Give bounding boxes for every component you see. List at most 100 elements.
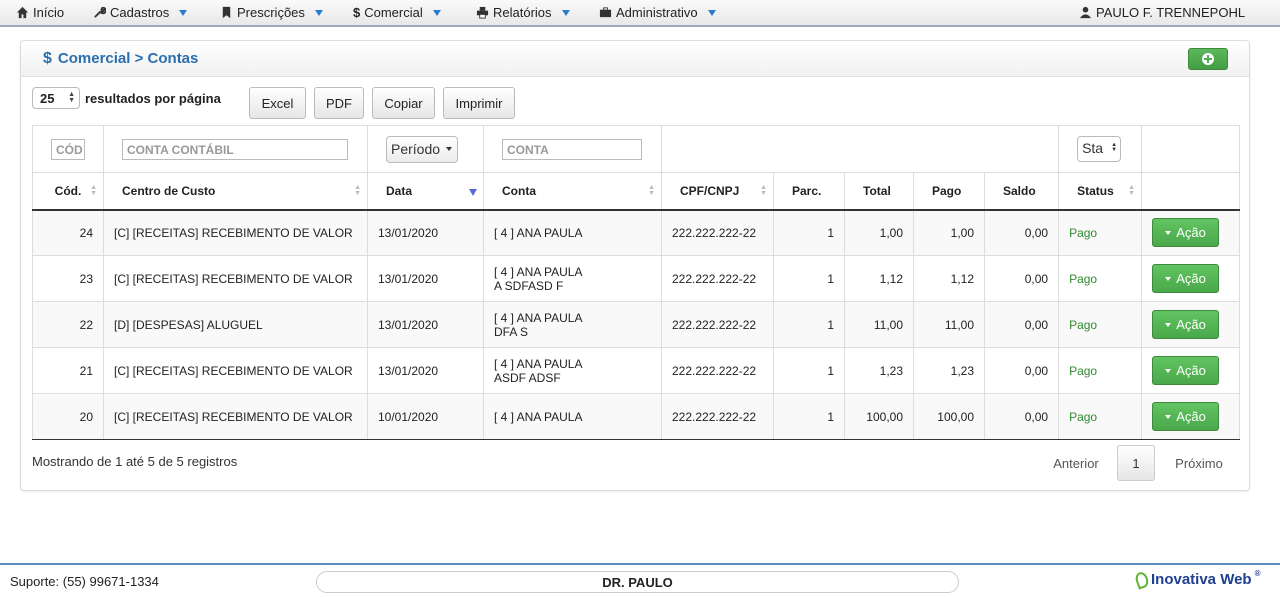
- col-cod-header[interactable]: Cód. ▲ ▼: [32, 172, 104, 211]
- filter-periodo-select[interactable]: Período: [386, 135, 458, 163]
- filter-conta-contabil-input[interactable]: CONTA CONTÁBIL: [122, 138, 348, 160]
- bookmark-icon: [222, 6, 231, 19]
- nav-user-label: PAULO F. TRENNEPOHL: [1096, 5, 1246, 20]
- export-excel-button[interactable]: Excel: [249, 87, 306, 119]
- cell-conta: [ 4 ] ANA PAULA ASDF ADSF: [483, 347, 662, 394]
- page-size-label: resultados por página: [85, 91, 221, 106]
- col-cpf-header[interactable]: CPF/CNPJ ▲ ▼: [661, 172, 774, 211]
- nav-cadastros-label: Cadastros: [110, 5, 170, 20]
- sort-desc-icon: [469, 189, 477, 196]
- nav-relatorios-label: Relatórios: [493, 5, 552, 20]
- nav-prescricoes[interactable]: Prescrições: [220, 5, 323, 20]
- cell-saldo: 0,00: [983, 255, 1060, 302]
- cell-conta-line2: ASDF ADSF: [494, 370, 561, 385]
- print-button[interactable]: Imprimir: [443, 87, 515, 119]
- cell-cpf: 222.222.222-22: [661, 347, 774, 394]
- cell-data: 10/01/2020: [367, 393, 484, 440]
- cell-conta-line1: [ 4 ] ANA PAULA: [494, 310, 583, 325]
- cell-conta-line1: [ 4 ] ANA PAULA: [494, 356, 583, 371]
- col-total-label: Total: [863, 183, 891, 198]
- acao-dropdown-button[interactable]: Ação: [1152, 264, 1220, 293]
- export-pdf-button[interactable]: PDF: [314, 87, 364, 119]
- nav-administrativo[interactable]: Administrativo: [599, 5, 716, 20]
- table-row: 22 [D] [DESPESAS] ALUGUEL 13/01/2020 [ 4…: [32, 301, 1241, 348]
- cell-parc: 1: [773, 301, 845, 348]
- col-conta-label: Conta: [502, 183, 536, 198]
- printer-icon: [476, 6, 489, 19]
- cell-parc: 1: [773, 393, 845, 440]
- acao-dropdown-button[interactable]: Ação: [1152, 402, 1220, 431]
- col-saldo-label: Saldo: [1003, 183, 1036, 198]
- cell-acao: Ação: [1141, 255, 1241, 302]
- filter-conta-input[interactable]: CONTA: [502, 138, 642, 160]
- sort-icon: ▲ ▼: [90, 184, 97, 197]
- sort-icon: ▲ ▼: [1128, 184, 1136, 197]
- cell-centro: [C] [RECEITAS] RECEBIMENTO DE VALOR: [103, 209, 368, 256]
- col-saldo-header: Saldo: [983, 172, 1060, 211]
- cell-cod: 24: [32, 209, 104, 256]
- cell-conta-line1: [ 4 ] ANA PAULA: [494, 264, 583, 279]
- sort-icon: ▲ ▼: [354, 184, 361, 197]
- nav-home-label: Início: [33, 5, 65, 20]
- cell-centro: [C] [RECEITAS] RECEBIMENTO DE VALOR: [103, 347, 368, 394]
- footer: Suporte: (55) 99671-1334 DR. PAULO Inova…: [0, 563, 1280, 597]
- pagination-next[interactable]: Próximo: [1161, 445, 1237, 481]
- cell-cod: 21: [32, 347, 104, 394]
- cell-cpf: 222.222.222-22: [661, 255, 774, 302]
- copy-button[interactable]: Copiar: [372, 87, 435, 119]
- dollar-icon: $: [43, 50, 52, 67]
- pagination-prev[interactable]: Anterior: [1041, 445, 1111, 481]
- nav-comercial[interactable]: $ Comercial: [353, 5, 441, 20]
- select-arrows-icon: ▲ ▼: [1111, 142, 1118, 153]
- caret-down-icon: [446, 147, 453, 151]
- col-cod-label: Cód.: [54, 183, 82, 198]
- cell-total: 1,00: [844, 209, 914, 256]
- col-pago-label: Pago: [932, 183, 962, 198]
- col-centro-header[interactable]: Centro de Custo ▲ ▼: [103, 172, 368, 211]
- select-arrows-icon: ▲ ▼: [68, 91, 75, 104]
- acao-dropdown-button[interactable]: Ação: [1152, 356, 1220, 385]
- inovativa-logo: Inovativa Web ®: [1133, 569, 1261, 590]
- col-status-header[interactable]: Status ▲ ▼: [1058, 172, 1143, 211]
- cell-total: 100,00: [844, 393, 914, 440]
- caret-down-icon: [314, 9, 323, 16]
- caret-down-icon: [1165, 230, 1172, 235]
- cell-cod: 20: [32, 393, 104, 440]
- nav-relatorios[interactable]: Relatórios: [476, 5, 570, 20]
- nav-home[interactable]: Início: [16, 5, 64, 20]
- registered-mark: ®: [1254, 569, 1261, 578]
- add-conta-button[interactable]: [1188, 48, 1228, 70]
- filter-status-label: Sta: [1082, 140, 1104, 156]
- filter-cod-input[interactable]: CÓD: [51, 138, 85, 160]
- top-navbar: Início Cadastros Prescrições $ Comercial…: [0, 0, 1280, 27]
- page-size-select[interactable]: 25 ▲ ▼: [32, 87, 80, 109]
- dollar-icon: $: [353, 5, 361, 20]
- col-parc-header: Parc.: [773, 172, 845, 211]
- nav-cadastros[interactable]: Cadastros: [93, 5, 188, 20]
- cell-conta-line2: DFA S: [494, 324, 529, 339]
- cell-total: 1,12: [844, 255, 914, 302]
- filter-status-select[interactable]: Sta ▲ ▼: [1077, 136, 1122, 162]
- cell-acao: Ação: [1141, 209, 1241, 256]
- leaf-icon: [1133, 569, 1151, 590]
- nav-user[interactable]: PAULO F. TRENNEPOHL: [1079, 5, 1245, 20]
- caret-down-icon: [1165, 414, 1172, 419]
- cell-saldo: 0,00: [983, 209, 1060, 256]
- cell-centro: [D] [DESPESAS] ALUGUEL: [103, 301, 368, 348]
- acao-dropdown-button[interactable]: Ação: [1152, 218, 1220, 248]
- cell-cod: 22: [32, 301, 104, 348]
- caret-down-icon: [1165, 368, 1172, 373]
- col-conta-header[interactable]: Conta ▲ ▼: [483, 172, 662, 211]
- col-parc-label: Parc.: [792, 183, 822, 198]
- contas-table: CÓD CONTA CONTÁBIL Período CONTA Sta ▲ ▼ …: [32, 125, 1241, 440]
- col-data-header[interactable]: Data: [367, 172, 484, 211]
- cell-saldo: 0,00: [983, 393, 1060, 440]
- status-badge: Pago: [1058, 209, 1143, 256]
- pagination-current-page[interactable]: 1: [1117, 445, 1155, 481]
- cell-acao: Ação: [1141, 301, 1241, 348]
- cell-cpf: 222.222.222-22: [661, 209, 774, 256]
- plus-circle-icon: [1202, 53, 1214, 65]
- acao-dropdown-button[interactable]: Ação: [1152, 310, 1220, 339]
- page-size-value: 25: [40, 91, 55, 106]
- cell-data: 13/01/2020: [367, 301, 484, 348]
